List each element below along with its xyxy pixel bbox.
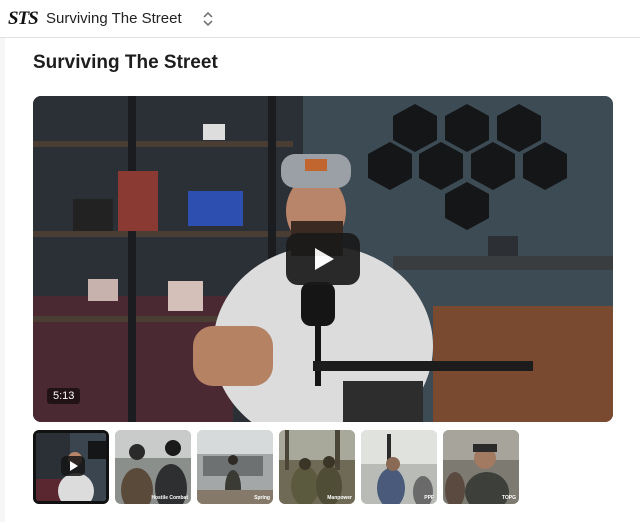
thumbnail-image [443,430,519,504]
thumbnail-image [115,430,191,504]
video-thumbnail[interactable]: TOPG [443,430,519,504]
thumbnail-caption: Manpower [327,495,352,501]
video-thumbnail[interactable] [33,430,109,504]
thumbnail-caption: Hostile Combat [151,495,188,501]
play-button[interactable] [286,233,360,285]
video-duration: 5:13 [47,388,81,404]
thumbnail-image [279,430,355,504]
thumbnail-caption: Spring [254,495,270,501]
thumbnail-caption: PPF [424,495,434,501]
thumbnail-image [361,430,437,504]
channel-switcher-icon[interactable] [200,8,216,30]
channel-logo: STS [8,7,39,29]
thumbnail-strip: Hostile Combat Spring Manpower PPF TOPG [33,430,519,504]
thumbnail-caption: TOPG [501,495,516,501]
video-thumbnail[interactable]: PPF [361,430,437,504]
page-title: Surviving The Street [33,52,218,73]
video-player[interactable]: 5:13 [33,96,613,422]
top-bar: STS Surviving The Street [0,0,640,38]
video-thumbnail[interactable]: Manpower [279,430,355,504]
channel-panel: Surviving The Street 5:13 Hostile Combat… [5,38,640,522]
video-thumbnail[interactable]: Spring [197,430,273,504]
thumbnail-image [197,430,273,504]
thumbnail-play-icon [61,456,85,476]
channel-name: Surviving The Street [46,10,182,27]
video-thumbnail[interactable]: Hostile Combat [115,430,191,504]
